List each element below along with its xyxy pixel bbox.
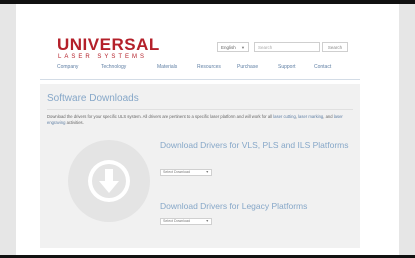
search-placeholder: Search — [258, 45, 273, 50]
description-prefix: Download the drivers for your specific U… — [47, 114, 274, 119]
nav-divider — [40, 79, 360, 80]
nav-item-support[interactable]: Support — [278, 64, 296, 70]
chevron-down-icon: ▼ — [205, 170, 209, 174]
section-heading-vls-pls-ils: Download Drivers for VLS, PLS and ILS Pl… — [160, 140, 349, 150]
logo-main-text: UNIVERSAL — [57, 35, 160, 54]
select-download-legacy[interactable]: Select Download ▼ — [160, 218, 212, 225]
search-button[interactable]: Search — [322, 42, 348, 52]
language-selected: English — [221, 45, 236, 50]
page-description: Download the drivers for your specific U… — [47, 114, 353, 126]
nav-item-technology[interactable]: Technology — [101, 64, 126, 70]
page-title: Software Downloads — [47, 93, 139, 104]
brand-logo[interactable]: UNIVERSAL LASER SYSTEMS — [57, 36, 177, 60]
section-heading-legacy: Download Drivers for Legacy Platforms — [160, 201, 308, 211]
description-suffix: activities. — [65, 120, 84, 125]
search-input[interactable]: Search — [254, 42, 320, 52]
nav-item-materials[interactable]: Materials — [157, 64, 177, 70]
logo-sub-text: LASER SYSTEMS — [58, 54, 148, 60]
select-download-vls[interactable]: Select Download ▼ — [160, 169, 212, 176]
content-panel: Software Downloads Download the drivers … — [40, 84, 360, 248]
nav-item-company[interactable]: Company — [57, 64, 78, 70]
main-nav: Company Technology Materials Resources P… — [57, 64, 377, 74]
chevron-down-icon: ▼ — [241, 45, 245, 50]
link-laser-marking[interactable]: laser marking — [298, 114, 323, 119]
chevron-down-icon: ▼ — [205, 219, 209, 223]
screenshot-frame: UNIVERSAL LASER SYSTEMS English ▼ Search… — [0, 0, 415, 258]
select-download-label: Select Download — [163, 219, 190, 223]
description-sep-2: , and — [323, 114, 334, 119]
download-arrow-icon — [68, 140, 150, 222]
nav-item-contact[interactable]: Contact — [314, 64, 331, 70]
page: UNIVERSAL LASER SYSTEMS English ▼ Search… — [0, 0, 415, 255]
nav-item-resources[interactable]: Resources — [197, 64, 221, 70]
nav-item-purchase[interactable]: Purchase — [237, 64, 258, 70]
select-download-label: Select Download — [163, 170, 190, 174]
language-select[interactable]: English ▼ — [217, 42, 249, 52]
title-divider — [47, 109, 353, 110]
link-laser-cutting[interactable]: laser cutting — [273, 114, 296, 119]
